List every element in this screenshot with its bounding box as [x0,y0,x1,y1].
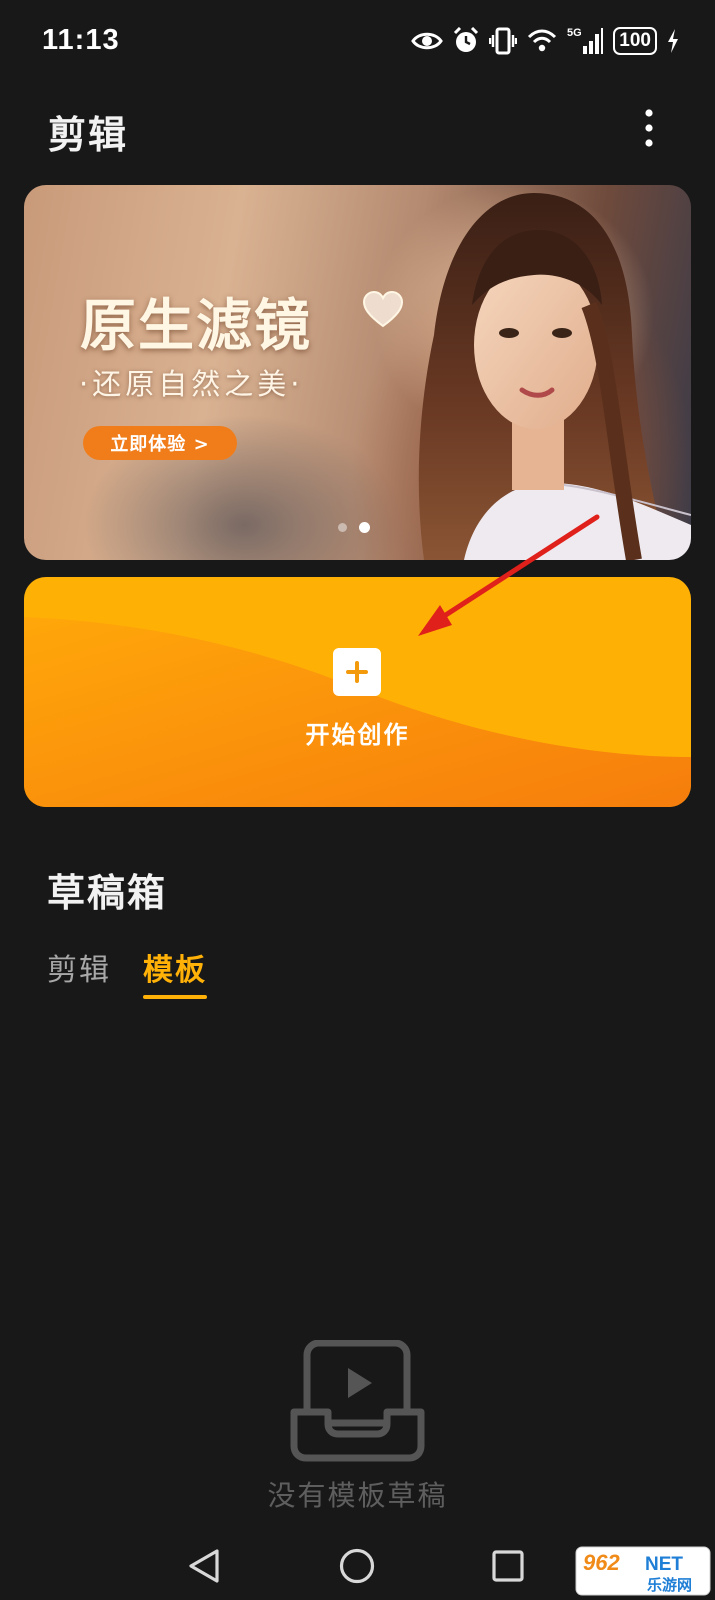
draft-tabs: 剪辑 模板 [47,945,207,999]
page-title: 剪辑 [48,113,129,157]
banner-heading: 原生滤镜 [80,293,312,359]
eye-icon [411,32,444,50]
back-button[interactable] [176,1538,232,1594]
recents-button[interactable] [480,1538,536,1594]
banner-try-now-button[interactable]: 立即体验 > [83,426,237,460]
plus-icon [333,648,381,696]
drafts-section-title: 草稿箱 [47,871,168,915]
battery-icon: 100 [613,27,657,55]
signal-icon: 5G [567,27,604,54]
heart-icon [362,290,404,328]
vibrate-icon [489,27,518,55]
watermark-net: NET [645,1554,683,1575]
banner-portrait-image [418,193,691,560]
start-creating-label: 开始创作 [305,721,410,749]
watermark-number: 962 [583,1550,620,1575]
start-creating-button[interactable]: 开始创作 [24,577,691,807]
empty-state-text: 没有模板草稿 [267,1479,448,1512]
more-vertical-icon [645,109,653,147]
tab-template[interactable]: 模板 [143,945,207,999]
banner-dot-active[interactable] [359,522,370,533]
site-watermark-logo: 962 NET 乐游网 [575,1546,711,1596]
alarm-icon [454,27,479,52]
more-options-button[interactable] [633,106,665,150]
recents-icon [492,1550,524,1582]
banner-subtitle: ·还原自然之美· [79,367,304,401]
promo-banner[interactable]: 原生滤镜 ·还原自然之美· 立即体验 > [24,185,691,560]
watermark-name: 乐游网 [647,1576,692,1594]
banner-pagination[interactable] [338,522,370,533]
home-icon [339,1548,375,1584]
tab-edit[interactable]: 剪辑 [47,945,111,993]
status-icons: 5G 100 [411,24,679,58]
network-label: 5G [567,27,582,39]
home-button[interactable] [329,1538,385,1594]
wifi-icon [528,29,557,52]
back-icon [189,1549,219,1583]
video-inbox-icon [290,1340,425,1462]
charging-icon [668,29,678,53]
banner-dot[interactable] [338,523,347,532]
status-bar: 11:13 5G 100 [0,0,715,84]
status-time: 11:13 [42,24,120,56]
